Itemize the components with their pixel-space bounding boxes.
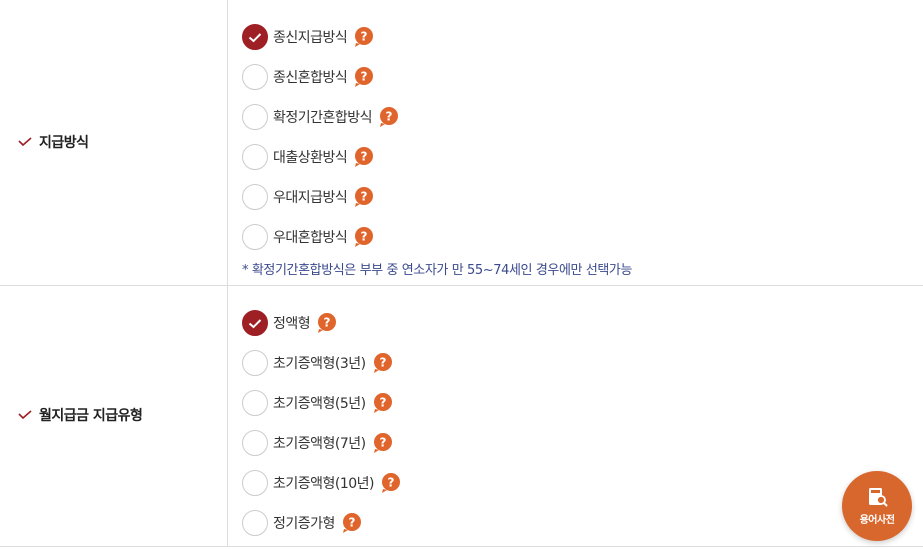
help-bubble-icon[interactable]: ?: [372, 432, 394, 454]
option-label: 정기증가형: [273, 516, 335, 532]
radio-button[interactable]: [242, 310, 268, 336]
option-label: 초기증액형(10년): [273, 476, 375, 492]
svg-text:?: ?: [361, 230, 368, 244]
option-early-increase-10y[interactable]: 초기증액형(10년) ?: [242, 463, 402, 503]
svg-text:?: ?: [361, 150, 368, 164]
option-lifetime-payment[interactable]: 종신지급방식 ?: [242, 17, 632, 57]
dictionary-label: 용어사전: [859, 515, 895, 526]
option-label: 우대지급방식: [273, 190, 348, 206]
option-preferential-mixed[interactable]: 우대혼합방식 ?: [242, 217, 632, 257]
payment-method-note: * 확정기간혼합방식은 부부 중 연소자가 만 55~74세인 경우에만 선택가…: [242, 263, 633, 278]
option-early-increase-5y[interactable]: 초기증액형(5년) ?: [242, 383, 402, 423]
check-mark-icon: [18, 137, 32, 147]
option-label: 초기증액형(5년): [273, 396, 366, 412]
payment-method-options: 종신지급방식 ? 종신혼합방식 ? 확정기간혼합방식 ? 대출상환방식 ? 우대…: [242, 17, 632, 278]
help-bubble-icon[interactable]: ?: [378, 106, 400, 128]
help-bubble-icon[interactable]: ?: [353, 66, 375, 88]
svg-text:?: ?: [324, 316, 331, 330]
option-lifetime-mixed[interactable]: 종신혼합방식 ?: [242, 57, 632, 97]
option-early-increase-3y[interactable]: 초기증액형(3년) ?: [242, 343, 402, 383]
help-bubble-icon[interactable]: ?: [316, 312, 338, 334]
book-search-icon: [869, 488, 888, 507]
svg-text:?: ?: [361, 190, 368, 204]
radio-button[interactable]: [242, 24, 268, 50]
svg-text:?: ?: [348, 516, 355, 530]
column-divider: [227, 286, 228, 547]
option-label: 종신혼합방식: [273, 70, 348, 86]
option-label: 초기증액형(7년): [273, 436, 366, 452]
radio-button[interactable]: [242, 430, 268, 456]
option-early-increase-7y[interactable]: 초기증액형(7년) ?: [242, 423, 402, 463]
option-fixed-amount[interactable]: 정액형 ?: [242, 303, 402, 343]
dictionary-button[interactable]: 용어사전: [842, 471, 912, 541]
payment-method-label: 지급방식: [39, 135, 89, 151]
help-bubble-icon[interactable]: ?: [353, 226, 375, 248]
radio-button[interactable]: [242, 104, 268, 130]
radio-button[interactable]: [242, 64, 268, 90]
help-bubble-icon[interactable]: ?: [353, 186, 375, 208]
help-bubble-icon[interactable]: ?: [341, 512, 363, 534]
help-bubble-icon[interactable]: ?: [353, 146, 375, 168]
monthly-type-row: 월지급금 지급유형 정액형 ? 초기증액형(3년) ? 초기증액형(5년) ? …: [0, 286, 923, 547]
option-periodic-increase[interactable]: 정기증가형 ?: [242, 503, 402, 543]
svg-text:?: ?: [379, 436, 386, 450]
help-bubble-icon[interactable]: ?: [380, 472, 402, 494]
option-label: 대출상환방식: [273, 150, 348, 166]
svg-text:?: ?: [361, 30, 368, 44]
check-mark-icon: [18, 410, 32, 420]
svg-text:?: ?: [361, 70, 368, 84]
monthly-type-label: 월지급금 지급유형: [39, 408, 143, 424]
radio-button[interactable]: [242, 510, 268, 536]
option-loan-repayment[interactable]: 대출상환방식 ?: [242, 137, 632, 177]
monthly-type-options: 정액형 ? 초기증액형(3년) ? 초기증액형(5년) ? 초기증액형(7년) …: [242, 303, 402, 543]
column-divider: [227, 0, 228, 286]
help-bubble-icon[interactable]: ?: [372, 392, 394, 414]
svg-text:?: ?: [379, 356, 386, 370]
payment-method-row: 지급방식 종신지급방식 ? 종신혼합방식 ? 확정기간혼합방식 ? 대출상환방식…: [0, 0, 923, 286]
svg-text:?: ?: [386, 110, 393, 124]
svg-text:?: ?: [388, 476, 395, 490]
option-fixed-period-mixed[interactable]: 확정기간혼합방식 ?: [242, 97, 632, 137]
radio-button[interactable]: [242, 470, 268, 496]
radio-button[interactable]: [242, 350, 268, 376]
help-bubble-icon[interactable]: ?: [372, 352, 394, 374]
option-label: 종신지급방식: [273, 30, 348, 46]
svg-text:?: ?: [379, 396, 386, 410]
option-label: 초기증액형(3년): [273, 356, 366, 372]
radio-button[interactable]: [242, 184, 268, 210]
check-icon: [248, 318, 262, 328]
option-label: 우대혼합방식: [273, 230, 348, 246]
help-bubble-icon[interactable]: ?: [353, 26, 375, 48]
check-icon: [248, 32, 262, 42]
radio-button[interactable]: [242, 224, 268, 250]
option-label: 정액형: [273, 316, 311, 332]
radio-button[interactable]: [242, 390, 268, 416]
option-label: 확정기간혼합방식: [273, 110, 373, 126]
monthly-type-label-cell: 월지급금 지급유형: [18, 405, 143, 425]
option-preferential-payment[interactable]: 우대지급방식 ?: [242, 177, 632, 217]
radio-button[interactable]: [242, 144, 268, 170]
payment-method-label-cell: 지급방식: [18, 132, 89, 152]
